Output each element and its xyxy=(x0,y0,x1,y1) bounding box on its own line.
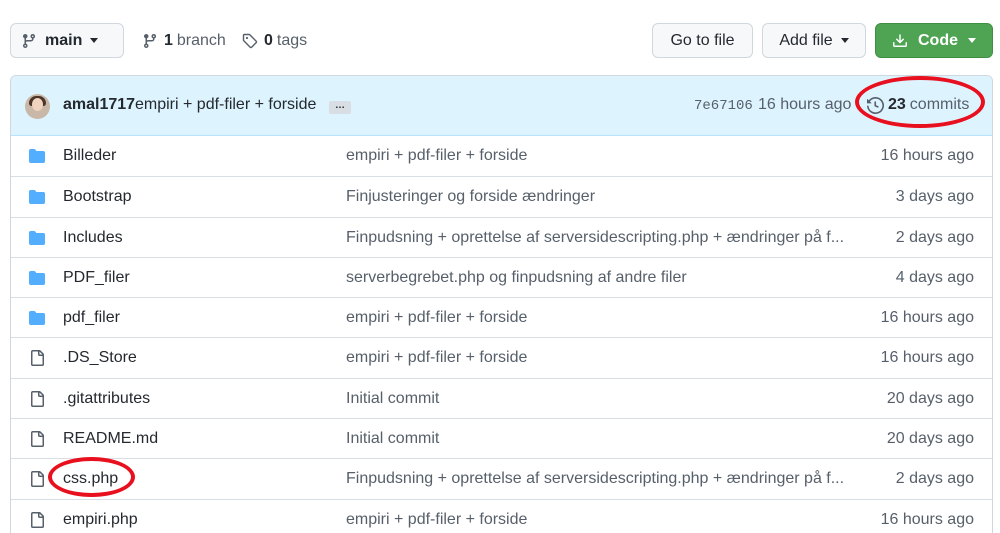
commit-sha-link[interactable]: 7e67106 xyxy=(694,98,753,114)
git-branch-icon xyxy=(143,33,156,48)
file-age: 20 days ago xyxy=(886,430,974,448)
tags-count: 0 xyxy=(264,31,273,49)
file-commit-message-link[interactable]: empiri + pdf-filer + forside xyxy=(346,309,846,327)
file-row[interactable]: Bootstrap Finjusteringer og forside ændri… xyxy=(11,176,992,216)
file-icon xyxy=(28,431,46,448)
file-commit-message-link[interactable]: Finpudsning + oprettelse af serversidesc… xyxy=(346,470,846,488)
commit-time: 16 hours ago xyxy=(758,96,852,113)
tag-icon xyxy=(242,33,258,48)
folder-icon xyxy=(28,189,46,205)
commit-message-link[interactable]: empiri + pdf-filer + forside xyxy=(135,96,316,114)
branches-label: branch xyxy=(176,31,226,49)
commits-count: 23 xyxy=(888,96,906,113)
folder-icon xyxy=(28,230,46,246)
chevron-down-icon xyxy=(840,38,849,43)
file-age: 16 hours ago xyxy=(880,309,974,327)
code-label: Code xyxy=(918,31,958,49)
file-row[interactable]: PDF_filer serverbegrebet.php og finpudsni… xyxy=(11,256,992,297)
file-table: amal1717 empiri + pdf-filer + forside … … xyxy=(10,75,993,533)
folder-icon xyxy=(28,310,46,326)
code-button[interactable]: Code xyxy=(875,23,993,58)
repo-toolbar: main 1 branch 0 tags Go to file Add file… xyxy=(10,23,993,58)
file-row[interactable]: pdf_filer empiri + pdf-filer + forside 16 … xyxy=(11,297,992,337)
file-commit-message-link[interactable]: Initial commit xyxy=(346,390,846,408)
tags-link[interactable]: 0 tags xyxy=(242,23,307,58)
file-age: 16 hours ago xyxy=(880,349,974,367)
file-name-link[interactable]: PDF_filer xyxy=(63,269,130,287)
latest-commit-bar: amal1717 empiri + pdf-filer + forside … … xyxy=(11,76,992,136)
file-age: 2 days ago xyxy=(895,470,974,488)
go-to-file-button[interactable]: Go to file xyxy=(652,23,753,58)
file-icon xyxy=(28,471,46,488)
file-commit-message-link[interactable]: Finjusteringer og forside ændringer xyxy=(346,188,846,206)
file-name-link[interactable]: Billeder xyxy=(63,147,116,165)
folder-icon xyxy=(28,270,46,286)
file-name-link[interactable]: .gitattributes xyxy=(63,390,150,408)
avatar[interactable] xyxy=(25,94,50,119)
git-branch-icon xyxy=(22,33,35,48)
file-icon xyxy=(28,350,46,367)
file-age: 3 days ago xyxy=(895,188,974,206)
branches-count: 1 xyxy=(164,31,173,49)
expand-commit-button[interactable]: … xyxy=(329,101,351,114)
file-name-link[interactable]: pdf_filer xyxy=(63,309,120,327)
go-to-file-label: Go to file xyxy=(670,31,735,49)
file-commit-message-link[interactable]: Finpudsning + oprettelse af serversidesc… xyxy=(346,229,846,247)
file-icon xyxy=(28,511,46,528)
file-name-link[interactable]: .DS_Store xyxy=(63,349,137,367)
branches-link[interactable]: 1 branch xyxy=(142,23,226,58)
file-row[interactable]: css.php Finpudsning + oprettelse af serve… xyxy=(11,458,992,498)
file-commit-message-link[interactable]: empiri + pdf-filer + forside xyxy=(346,147,846,165)
file-age: 16 hours ago xyxy=(880,510,974,528)
branch-name: main xyxy=(45,31,83,49)
add-file-label: Add file xyxy=(779,31,833,49)
file-icon xyxy=(28,390,46,407)
file-name-link[interactable]: css.php xyxy=(63,470,118,488)
tags-label: tags xyxy=(276,31,308,49)
file-age: 2 days ago xyxy=(895,228,974,246)
file-row[interactable]: README.md Initial commit 20 days ago xyxy=(11,418,992,458)
file-row[interactable]: empiri.php empiri + pdf-filer + forside 16… xyxy=(11,498,992,533)
file-commit-message-link[interactable]: Initial commit xyxy=(346,430,846,448)
file-row[interactable]: Includes Finpudsning + oprettelse af serv… xyxy=(11,216,992,257)
file-age: 16 hours ago xyxy=(880,147,974,164)
file-age: 4 days ago xyxy=(895,268,974,286)
file-row[interactable]: Billeder empiri + pdf-filer + forside 16 h… xyxy=(11,136,992,176)
file-age: 20 days ago xyxy=(886,389,974,407)
chevron-down-icon xyxy=(90,38,99,43)
file-commit-message-link[interactable]: serverbegrebet.php og finpudsning af and… xyxy=(346,269,846,287)
commit-author-link[interactable]: amal1717 xyxy=(63,96,135,114)
file-commit-message-link[interactable]: empiri + pdf-filer + forside xyxy=(346,349,846,367)
commits-label: commits xyxy=(909,96,970,113)
add-file-button[interactable]: Add file xyxy=(762,23,866,58)
file-name-link[interactable]: Bootstrap xyxy=(63,188,131,206)
history-icon xyxy=(867,96,884,114)
file-name-link[interactable]: empiri.php xyxy=(63,511,138,529)
chevron-down-icon xyxy=(968,38,976,43)
folder-icon xyxy=(28,148,46,164)
download-icon xyxy=(893,33,907,47)
file-row[interactable]: .DS_Store empiri + pdf-filer + forside 16 … xyxy=(11,337,992,377)
file-list: Billeder empiri + pdf-filer + forside 16 h… xyxy=(11,136,992,533)
commits-history-link[interactable]: 23 commits xyxy=(867,96,969,114)
file-name-link[interactable]: README.md xyxy=(63,430,158,448)
file-row[interactable]: .gitattributes Initial commit 20 days ago xyxy=(11,377,992,418)
branch-select-button[interactable]: main xyxy=(10,23,124,58)
file-name-link[interactable]: Includes xyxy=(63,229,123,247)
file-commit-message-link[interactable]: empiri + pdf-filer + forside xyxy=(346,511,846,529)
